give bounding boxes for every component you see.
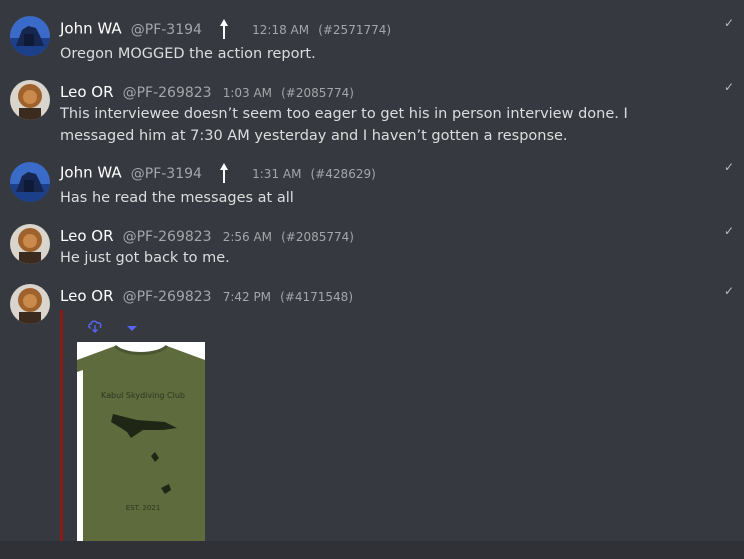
timestamp: 1:03 AM: [222, 86, 273, 100]
message-embed: Kabul Skydiving Club EST. 2021: [60, 310, 223, 550]
author-handle[interactable]: @PF-269823: [123, 229, 212, 245]
author-name[interactable]: Leo OR: [60, 227, 114, 245]
author-handle[interactable]: @PF-269823: [123, 289, 212, 305]
message-ref: (#2085774): [281, 230, 354, 244]
message-ref: (#428629): [310, 166, 376, 181]
timestamp: 7:42 PM: [222, 290, 272, 304]
check-icon: ✓: [723, 16, 734, 30]
bottom-bar: [0, 541, 744, 559]
attachment-image[interactable]: Kabul Skydiving Club EST. 2021: [77, 342, 205, 542]
author-handle[interactable]: @PF-3194: [131, 22, 202, 38]
author-name[interactable]: Leo OR: [60, 287, 114, 305]
download-cloud-icon[interactable]: [87, 318, 103, 337]
avatar-john[interactable]: [10, 162, 50, 202]
check-icon: ✓: [723, 160, 734, 174]
arrow-up-icon: [217, 162, 231, 184]
message-ref: (#4171548): [280, 290, 354, 304]
avatar-leo[interactable]: [10, 80, 50, 120]
avatar-john[interactable]: [10, 16, 50, 56]
message-text: Has he read the messages at all: [60, 190, 294, 206]
author-handle[interactable]: @PF-3194: [131, 166, 202, 182]
timestamp: 12:18 AM: [252, 22, 310, 37]
message-text: He just got back to me.: [60, 250, 230, 266]
avatar-leo[interactable]: [10, 284, 50, 324]
author-name[interactable]: John WA: [60, 164, 122, 182]
message-text: This interviewee doesn’t seem too eager …: [60, 106, 628, 144]
embed-actions: [87, 318, 156, 337]
message-ref: (#2085774): [281, 86, 354, 100]
timestamp: 2:56 AM: [222, 230, 273, 244]
shirt-title: Kabul Skydiving Club: [101, 391, 185, 400]
check-icon: ✓: [723, 80, 734, 94]
author-name[interactable]: Leo OR: [60, 83, 114, 101]
author-handle[interactable]: @PF-269823: [123, 85, 212, 101]
author-name[interactable]: John WA: [60, 20, 122, 38]
shirt-footer: EST. 2021: [126, 504, 161, 512]
arrow-up-icon: [217, 18, 231, 40]
timestamp: 1:31 AM: [252, 166, 302, 181]
message-text: Oregon MOGGED the action report.: [60, 46, 316, 62]
message-ref: (#2571774): [318, 22, 392, 37]
check-icon: ✓: [723, 284, 734, 298]
avatar-leo[interactable]: [10, 224, 50, 264]
chevron-down-icon[interactable]: [126, 318, 138, 337]
check-icon: ✓: [723, 224, 734, 238]
